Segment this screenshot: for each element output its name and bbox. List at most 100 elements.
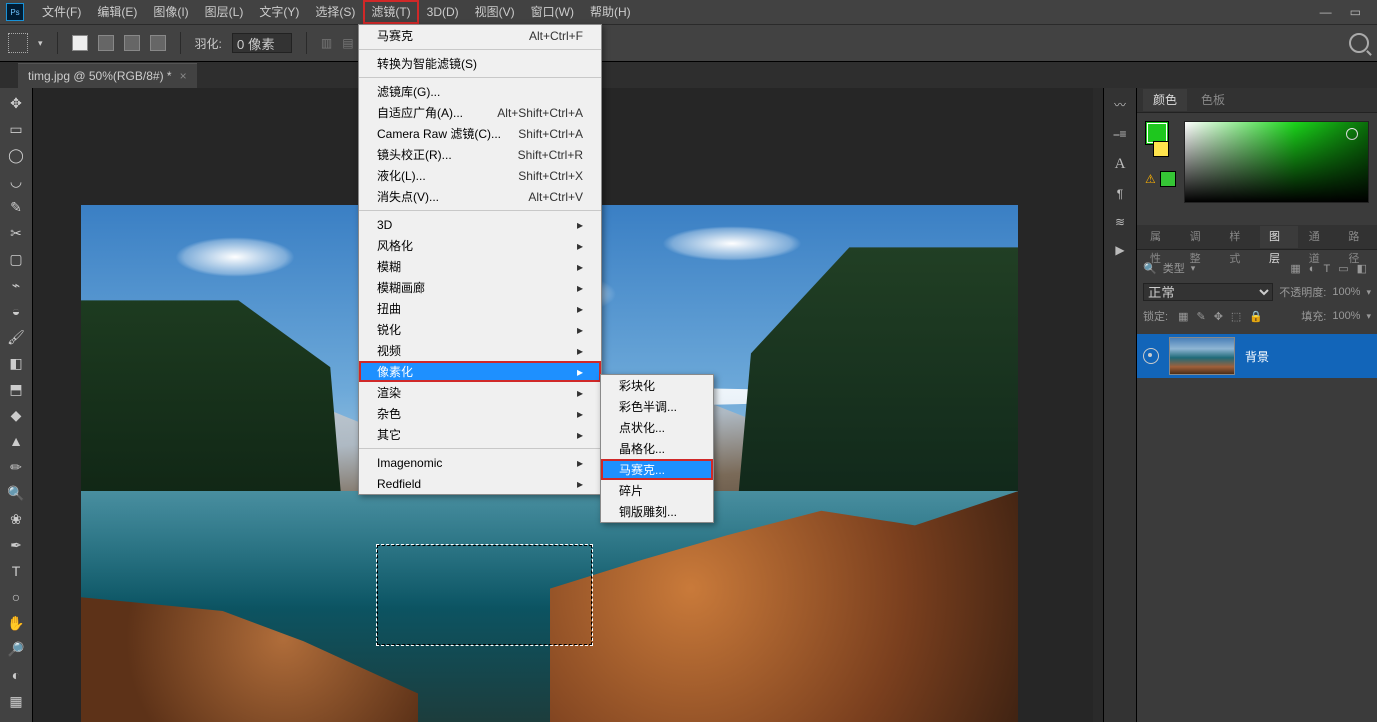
selection-intersect-icon[interactable]: [150, 35, 166, 51]
menu-vanishing-point[interactable]: 消失点(V)...Alt+Ctrl+V: [359, 186, 601, 207]
tool-icon[interactable]: ✒: [4, 534, 28, 556]
panel-tab-3[interactable]: 图层: [1260, 226, 1298, 248]
menu-camera-raw[interactable]: Camera Raw 滤镜(C)...Shift+Ctrl+A: [359, 123, 601, 144]
lock-icons[interactable]: ▦✎✥⬚🔒: [1174, 310, 1267, 323]
chevron-down-icon[interactable]: ▾: [38, 38, 43, 49]
tool-icon[interactable]: ◆: [4, 404, 28, 426]
chevron-down-icon[interactable]: ▾: [1366, 287, 1371, 298]
menu-group-3[interactable]: 模糊画廊▸: [359, 277, 601, 298]
tool-icon[interactable]: ❀: [4, 508, 28, 530]
tool-icon[interactable]: ◧: [4, 352, 28, 374]
menu-liquify[interactable]: 液化(L)...Shift+Ctrl+X: [359, 165, 601, 186]
layer-row[interactable]: 背景: [1137, 334, 1377, 378]
menu-group-0[interactable]: 3D▸: [359, 214, 601, 235]
submenu-item-5[interactable]: 碎片: [601, 480, 713, 501]
menu-滤镜[interactable]: 滤镜(T): [363, 0, 418, 24]
tool-icon[interactable]: ▭: [4, 118, 28, 140]
filter-kind-icon[interactable]: 🔍: [1143, 262, 1157, 275]
tool-icon[interactable]: ◯: [4, 144, 28, 166]
tool-icon[interactable]: ▦: [4, 690, 28, 712]
tool-icon[interactable]: 🖌: [4, 326, 28, 348]
menu-编辑[interactable]: 编辑(E): [89, 0, 145, 24]
tool-icon[interactable]: ◒: [4, 300, 28, 322]
visibility-toggle-icon[interactable]: [1143, 348, 1159, 364]
tool-icon[interactable]: ✋: [4, 612, 28, 634]
submenu-item-2[interactable]: 点状化...: [601, 417, 713, 438]
menu-group-9[interactable]: 杂色▸: [359, 403, 601, 424]
blend-mode-select[interactable]: 正常: [1143, 283, 1273, 301]
selection-add-icon[interactable]: [98, 35, 114, 51]
marquee-tool-icon[interactable]: [8, 33, 28, 53]
menu-plugin-0[interactable]: Imagenomic▸: [359, 452, 601, 473]
tool-icon[interactable]: ⬒: [4, 378, 28, 400]
panel-tab-4[interactable]: 通道: [1300, 226, 1338, 248]
tool-icon[interactable]: ✎: [4, 196, 28, 218]
menu-图像[interactable]: 图像(I): [145, 0, 196, 24]
panel-tab-0[interactable]: 属性: [1141, 226, 1179, 248]
selection-new-icon[interactable]: [72, 35, 88, 51]
tool-icon[interactable]: ✏: [4, 456, 28, 478]
submenu-item-3[interactable]: 晶格化...: [601, 438, 713, 459]
chevron-down-icon[interactable]: ▾: [1366, 311, 1371, 322]
menu-filter-gallery[interactable]: 滤镜库(G)...: [359, 81, 601, 102]
antialias-icon2[interactable]: ▤: [342, 36, 353, 50]
menu-选择[interactable]: 选择(S): [307, 0, 363, 24]
search-icon[interactable]: [1349, 33, 1369, 53]
gamut-warning-icon[interactable]: ⚠: [1145, 172, 1156, 186]
menu-group-2[interactable]: 模糊▸: [359, 256, 601, 277]
menu-帮助[interactable]: 帮助(H): [582, 0, 639, 24]
menu-图层[interactable]: 图层(L): [197, 0, 252, 24]
submenu-item-6[interactable]: 铜版雕刻...: [601, 501, 713, 522]
menu-窗口[interactable]: 窗口(W): [523, 0, 582, 24]
menu-文件[interactable]: 文件(F): [34, 0, 89, 24]
menu-lens-correction[interactable]: 镜头校正(R)...Shift+Ctrl+R: [359, 144, 601, 165]
menu-group-6[interactable]: 视频▸: [359, 340, 601, 361]
panel-tab-1[interactable]: 调整: [1181, 226, 1219, 248]
submenu-item-1[interactable]: 彩色半调...: [601, 396, 713, 417]
menu-last-filter[interactable]: 马赛克Alt+Ctrl+F: [359, 25, 601, 46]
tool-icon[interactable]: 🔎: [4, 638, 28, 660]
tool-icon[interactable]: ▲: [4, 430, 28, 452]
vertical-scrollbar[interactable]: [1093, 88, 1103, 722]
brush-settings-icon[interactable]: ⎯≡: [1113, 127, 1126, 142]
feather-input[interactable]: [232, 33, 292, 53]
menu-group-5[interactable]: 锐化▸: [359, 319, 601, 340]
menu-group-7[interactable]: 像素化▸: [359, 361, 601, 382]
document-tab[interactable]: timg.jpg @ 50%(RGB/8#) * ×: [18, 63, 197, 88]
minimize-icon[interactable]: —: [1320, 5, 1332, 19]
history-icon[interactable]: ≋: [1115, 215, 1125, 229]
menu-group-8[interactable]: 渲染▸: [359, 382, 601, 403]
layer-thumbnail[interactable]: [1169, 337, 1235, 375]
marquee-selection[interactable]: [376, 544, 593, 646]
tool-icon[interactable]: ⌁: [4, 274, 28, 296]
selection-subtract-icon[interactable]: [124, 35, 140, 51]
tool-icon[interactable]: ◐: [4, 664, 28, 686]
panel-tab-2[interactable]: 样式: [1220, 226, 1258, 248]
submenu-item-0[interactable]: 彩块化: [601, 375, 713, 396]
tool-icon[interactable]: ○: [4, 586, 28, 608]
tool-icon[interactable]: ▢: [4, 248, 28, 270]
menu-plugin-1[interactable]: Redfield▸: [359, 473, 601, 494]
menu-视图[interactable]: 视图(V): [467, 0, 523, 24]
maximize-icon[interactable]: ▭: [1350, 5, 1361, 19]
menu-group-4[interactable]: 扭曲▸: [359, 298, 601, 319]
background-swatch[interactable]: [1153, 141, 1169, 157]
tab-swatches[interactable]: 色板: [1191, 89, 1235, 111]
menu-3d[interactable]: 3D(D): [419, 0, 467, 24]
chevron-down-icon[interactable]: ▾: [1191, 263, 1196, 274]
antialias-icon[interactable]: ▥: [321, 36, 332, 50]
tool-icon[interactable]: ◡: [4, 170, 28, 192]
submenu-item-4[interactable]: 马赛克...: [601, 459, 713, 480]
menu-group-1[interactable]: 风格化▸: [359, 235, 601, 256]
gamut-swatch[interactable]: [1160, 171, 1176, 187]
tool-icon[interactable]: ✂: [4, 222, 28, 244]
menu-convert-smart[interactable]: 转换为智能滤镜(S): [359, 53, 601, 74]
panel-tab-5[interactable]: 路径: [1339, 226, 1377, 248]
menu-文字[interactable]: 文字(Y): [251, 0, 307, 24]
tool-icon[interactable]: 🔍: [4, 482, 28, 504]
layer-filter-icons[interactable]: ▦◐T▭◧: [1286, 262, 1371, 275]
play-icon[interactable]: ▶: [1115, 243, 1124, 257]
menu-group-10[interactable]: 其它▸: [359, 424, 601, 445]
character-icon[interactable]: A: [1115, 156, 1126, 173]
brush-presets-icon[interactable]: 〰: [1114, 96, 1126, 113]
